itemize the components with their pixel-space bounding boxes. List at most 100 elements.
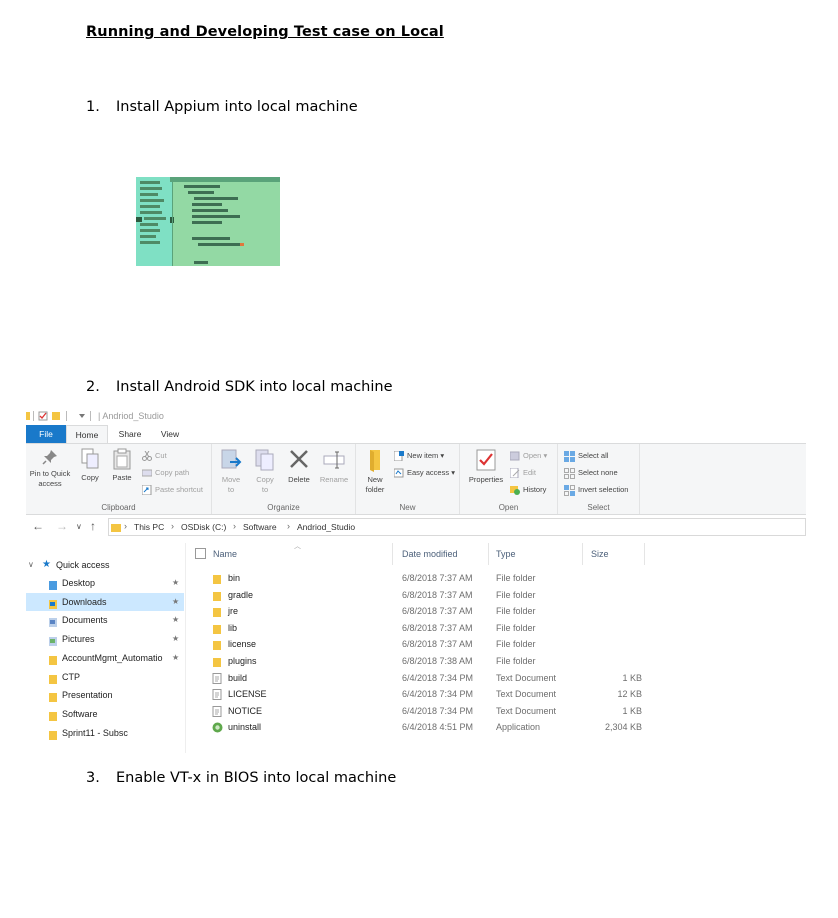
column-header-name[interactable]: Name — [213, 549, 237, 559]
column-divider[interactable] — [582, 543, 583, 565]
new-folder-button[interactable]: New folder — [360, 448, 390, 495]
column-divider[interactable] — [392, 543, 393, 565]
file-row[interactable]: uninstall 6/4/2018 4:51 PM Application 2,30… — [186, 719, 806, 736]
file-row[interactable]: NOTICE 6/4/2018 7:34 PM Text Document 1 KB — [186, 703, 806, 720]
edit-button[interactable]: Edit — [509, 467, 536, 479]
file-row[interactable]: plugins 6/8/2018 7:38 AM File folder — [186, 653, 806, 670]
up-arrow-icon[interactable]: ↑ — [90, 519, 96, 533]
ribbon-group-organize: Move to Copy to Delete Rename Organize — [212, 444, 356, 514]
new-item-button[interactable]: New item ▾ — [393, 450, 444, 462]
file-type: File folder — [496, 573, 536, 583]
sidebar-item-documents[interactable]: Documents ★ — [26, 611, 184, 629]
column-divider[interactable] — [644, 543, 645, 565]
sidebar-item-downloads[interactable]: Downloads ★ — [26, 592, 184, 611]
breadcrumb-separator-icon: › — [171, 521, 174, 531]
copy-path-button[interactable]: Copy path — [141, 467, 190, 479]
properties-icon — [476, 449, 496, 471]
sidebar-item-ctp[interactable]: CTP — [26, 668, 184, 686]
chevron-down-icon: ∨ — [28, 560, 34, 569]
address-box[interactable]: › This PC › OSDisk (C:) › Software › And… — [108, 518, 806, 536]
file-row[interactable]: jre 6/8/2018 7:37 AM File folder — [186, 603, 806, 620]
copy-path-label: Copy path — [155, 468, 190, 477]
breadcrumb-andriod-studio[interactable]: Andriod_Studio — [297, 522, 355, 532]
step-number: 2. — [86, 379, 100, 395]
file-row[interactable]: LICENSE 6/4/2018 7:34 PM Text Document 12 K… — [186, 686, 806, 703]
column-header-size[interactable]: Size — [591, 549, 609, 559]
column-header-date-modified[interactable]: Date modified — [402, 549, 458, 559]
file-row[interactable]: bin 6/8/2018 7:37 AM File folder — [186, 570, 806, 587]
open-button[interactable]: Open ▾ — [509, 450, 547, 462]
file-type: File folder — [496, 639, 536, 650]
breadcrumb-this-pc[interactable]: This PC — [134, 522, 164, 532]
copy-button[interactable]: Copy — [78, 448, 102, 483]
forward-arrow-icon[interactable]: → — [56, 519, 68, 533]
sidebar-item-sprint11-subsc[interactable]: Sprint11 - Subsc — [26, 724, 184, 742]
cut-button[interactable]: Cut — [142, 450, 167, 462]
file-name: LICENSE — [228, 689, 267, 700]
tab-view[interactable]: View — [152, 425, 188, 443]
folder-icon — [213, 591, 221, 601]
sort-ascending-icon: ︿ — [294, 543, 301, 550]
sidebar-item-presentation[interactable]: Presentation — [26, 686, 184, 704]
delete-button[interactable]: Delete — [284, 448, 314, 485]
history-button[interactable]: History — [510, 484, 546, 496]
history-icon — [510, 486, 520, 496]
step-number: 3. — [86, 770, 100, 786]
breadcrumb-software[interactable]: Software — [243, 522, 277, 532]
sidebar-item-accountmgmt-automatio[interactable]: AccountMgmt_Automatio ★ — [26, 649, 184, 667]
new-folder-icon — [370, 450, 380, 472]
file-name: bin — [228, 573, 241, 583]
select-none-button[interactable]: Select none — [564, 467, 618, 479]
pin-to-quick-access-button[interactable]: Pin to Quick access — [28, 448, 72, 489]
easy-access-button[interactable]: Easy access ▾ — [393, 467, 455, 479]
open-label: Open — [523, 451, 542, 460]
invert-selection-button[interactable]: Invert selection — [564, 484, 628, 496]
file-type: Text Document — [496, 705, 557, 716]
file-row[interactable]: lib 6/8/2018 7:37 AM File folder — [186, 620, 806, 637]
tab-file[interactable]: File — [26, 425, 66, 443]
step-enable-vtx: 3. Enable VT-x in BIOS into local machine — [86, 770, 396, 786]
file-name: gradle — [228, 589, 254, 600]
tab-home[interactable]: Home — [66, 425, 108, 443]
sidebar-item-pictures[interactable]: Pictures ★ — [26, 630, 184, 648]
recent-locations-chevron-icon[interactable]: ∨ — [76, 522, 82, 531]
tab-share[interactable]: Share — [112, 425, 148, 443]
rename-button[interactable]: Rename — [316, 448, 352, 485]
pin-icon[interactable]: ★ — [172, 593, 179, 611]
paste-shortcut-button[interactable]: Paste shortcut — [141, 484, 203, 496]
file-date-modified: 6/4/2018 7:34 PM — [402, 705, 474, 716]
file-row[interactable]: build 6/4/2018 7:34 PM Text Document 1 KB — [186, 670, 806, 687]
paste-button[interactable]: Paste — [110, 448, 134, 483]
pin-icon[interactable]: ★ — [172, 630, 179, 648]
rename-icon — [323, 451, 345, 469]
step-text: Enable VT-x in BIOS into local machine — [116, 770, 397, 786]
column-divider[interactable] — [488, 543, 489, 565]
file-row[interactable]: license 6/8/2018 7:37 AM File folder — [186, 636, 806, 653]
pin-icon[interactable]: ★ — [172, 574, 179, 592]
file-row[interactable]: gradle 6/8/2018 7:37 AM File folder — [186, 587, 806, 604]
copy-to-button[interactable]: Copy to — [250, 448, 280, 495]
breadcrumb-osdisk[interactable]: OSDisk (C:) — [181, 522, 226, 532]
file-date-modified: 6/8/2018 7:37 AM — [402, 639, 473, 650]
select-all-button[interactable]: Select all — [564, 450, 608, 462]
file-date-modified: 6/4/2018 7:34 PM — [402, 689, 474, 700]
edit-icon — [509, 467, 520, 479]
select-all-checkbox[interactable] — [195, 548, 206, 559]
step-number: 1. — [86, 99, 100, 115]
ribbon-group-clipboard: Pin to Quick access Copy Paste Cut Copy … — [26, 444, 212, 514]
delete-label: Delete — [288, 475, 310, 484]
sidebar-item-label: Presentation — [62, 690, 113, 701]
sidebar-item-desktop[interactable]: Desktop ★ — [26, 574, 184, 592]
properties-button[interactable]: Properties — [464, 448, 508, 485]
select-all-icon — [564, 450, 575, 462]
pin-icon[interactable]: ★ — [172, 649, 179, 667]
column-header-type[interactable]: Type — [496, 549, 516, 559]
pin-icon[interactable]: ★ — [172, 611, 179, 629]
sidebar-item-quick-access[interactable]: ∨ ★ Quick access — [26, 556, 184, 574]
move-to-button[interactable]: Move to — [216, 448, 246, 495]
folder-icon — [213, 658, 221, 667]
sidebar-item-label: Documents — [62, 615, 108, 626]
sidebar-item-software[interactable]: Software — [26, 705, 184, 723]
back-arrow-icon[interactable]: ← — [32, 519, 44, 533]
copy-to-icon — [255, 449, 274, 471]
